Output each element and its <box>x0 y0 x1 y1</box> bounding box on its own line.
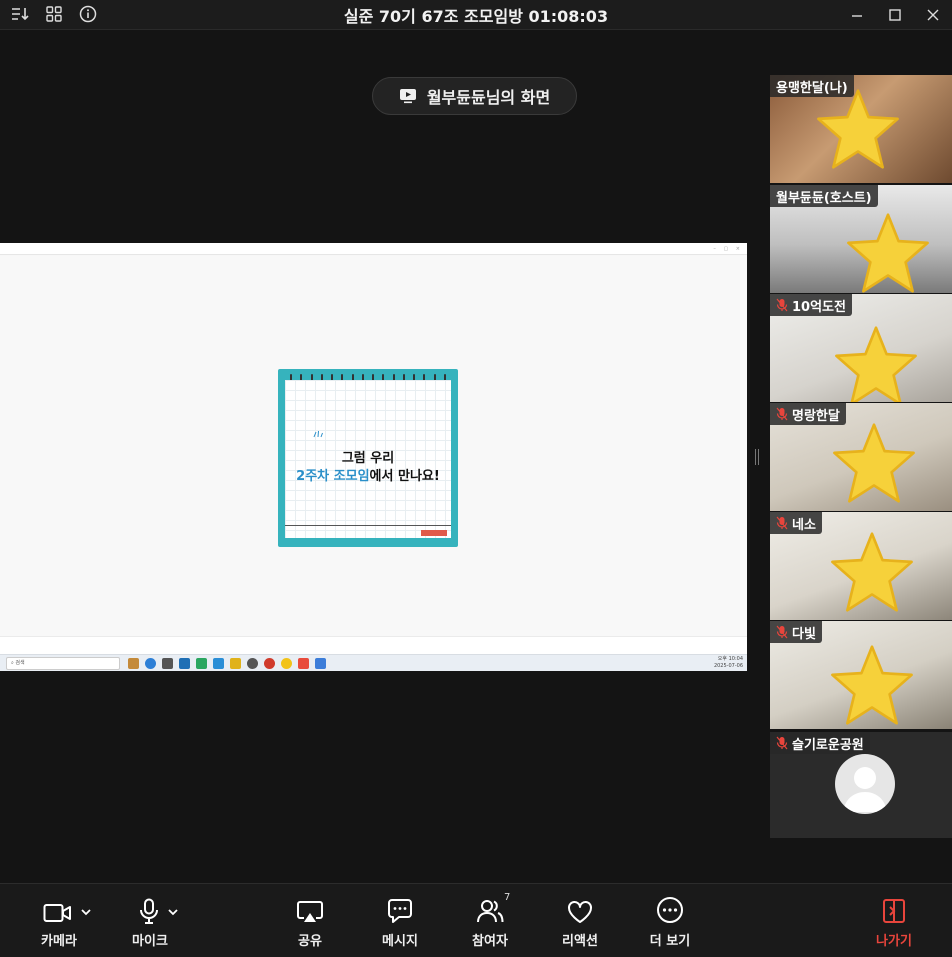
shared-screen: – ▢ × 그럼 우리 2주차 조모임에서 만나요! ⌕ 검색 오후 10:04… <box>0 243 747 671</box>
minimize-button[interactable] <box>846 4 868 26</box>
star-face-cover-icon <box>817 89 899 169</box>
share-label: 공유 <box>298 934 322 949</box>
leave-button[interactable]: 나가기 <box>868 884 920 957</box>
participant-name: 다빛 <box>770 621 822 643</box>
default-avatar-icon <box>835 754 895 814</box>
taskbar-app-icon <box>128 658 139 669</box>
reaction-button[interactable]: 리액션 <box>554 884 606 957</box>
chevron-down-icon[interactable] <box>168 909 178 916</box>
shared-window-titlebar: – ▢ × <box>0 243 747 255</box>
mic-off-icon <box>776 625 788 639</box>
star-face-cover-icon <box>831 645 913 725</box>
shared-bottom-bar <box>0 636 747 654</box>
taskbar-app-icon <box>264 658 275 669</box>
taskbar-app-icon <box>315 658 326 669</box>
screen-share-label: 월부듄듄님의 화면 <box>426 88 551 107</box>
taskbar-app-icon <box>179 658 190 669</box>
window-controls <box>846 4 944 26</box>
participants-count-badge: 7 <box>504 892 511 903</box>
leave-label: 나가기 <box>876 934 912 949</box>
shared-taskbar: ⌕ 검색 오후 10:04 2025-07-06 <box>0 654 747 671</box>
leave-door-icon <box>883 899 905 923</box>
taskbar-app-icon <box>281 658 292 669</box>
reaction-label: 리액션 <box>562 934 598 949</box>
star-face-cover-icon <box>833 423 915 503</box>
sparkle-icon <box>313 430 323 438</box>
message-button[interactable]: 메시지 <box>374 884 426 957</box>
slide-text-line2: 2주차 조모임에서 만나요! <box>285 465 451 484</box>
participants-icon <box>477 900 504 923</box>
participants-button[interactable]: 7 참여자 <box>464 884 516 957</box>
star-face-cover-icon <box>831 532 913 612</box>
taskbar-app-icon <box>145 658 156 669</box>
participant-name: 네소 <box>770 512 822 534</box>
brand-logo <box>421 530 447 536</box>
maximize-button[interactable] <box>884 4 906 26</box>
notepad-footer-line <box>285 525 451 526</box>
taskbar-app-icon <box>247 658 258 669</box>
participant-tile[interactable]: 10억도전 <box>770 294 952 402</box>
message-label: 메시지 <box>382 934 418 949</box>
mic-off-icon <box>776 407 788 421</box>
screen-share-icon <box>297 901 323 922</box>
mic-button[interactable]: 마이크 <box>125 884 191 957</box>
camera-label: 카메라 <box>41 934 77 949</box>
taskbar-app-icon <box>213 658 224 669</box>
taskbar-app-icon <box>230 658 241 669</box>
mic-label: 마이크 <box>132 934 168 949</box>
taskbar-app-icon <box>196 658 207 669</box>
taskbar-apps <box>128 658 326 669</box>
taskbar-search: ⌕ 검색 <box>6 657 120 670</box>
participant-name: 10억도전 <box>770 294 852 316</box>
title-bar: 실준 70기 67조 조모임방 01:08:03 <box>0 0 952 30</box>
camera-button[interactable]: 카메라 <box>32 884 102 957</box>
taskbar-app-icon <box>162 658 173 669</box>
mic-off-icon <box>776 298 788 312</box>
panel-resize-handle[interactable] <box>755 449 761 465</box>
notepad-graphic: 그럼 우리 2주차 조모임에서 만나요! <box>278 369 458 547</box>
mic-off-icon <box>776 736 788 750</box>
screen-share-icon <box>399 89 416 104</box>
participant-tile[interactable]: 월부듄듄(호스트) <box>770 185 952 293</box>
participant-tile[interactable]: 용맹한달(나) <box>770 75 952 183</box>
star-face-cover-icon <box>847 213 929 293</box>
participant-name: 슬기로운공원 <box>770 732 870 754</box>
taskbar-clock: 오후 10:04 2025-07-06 <box>713 656 743 669</box>
screen-share-indicator[interactable]: 월부듄듄님의 화면 <box>372 77 577 115</box>
microphone-icon <box>140 898 158 924</box>
shared-slide-canvas: 그럼 우리 2주차 조모임에서 만나요! <box>0 256 747 636</box>
meeting-title: 실준 70기 67조 조모임방 01:08:03 <box>343 7 609 26</box>
chevron-down-icon[interactable] <box>81 909 91 916</box>
participants-label: 참여자 <box>472 934 508 949</box>
participant-name: 월부듄듄(호스트) <box>770 185 878 207</box>
shared-window-controls: – ▢ × <box>713 246 743 252</box>
participant-tile[interactable]: 명랑한달 <box>770 403 952 511</box>
participant-tile[interactable]: 네소 <box>770 512 952 620</box>
more-button[interactable]: 더 보기 <box>642 884 698 957</box>
share-button[interactable]: 공유 <box>285 884 335 957</box>
chat-icon <box>388 899 412 923</box>
more-options-icon <box>657 897 683 923</box>
close-button[interactable] <box>922 4 944 26</box>
mic-off-icon <box>776 516 788 530</box>
slide-text-highlight: 2주차 조모임 <box>296 469 370 484</box>
heart-icon <box>568 901 592 923</box>
star-face-cover-icon <box>835 326 917 402</box>
camera-icon <box>43 904 71 922</box>
notepad-paper: 그럼 우리 2주차 조모임에서 만나요! <box>285 380 451 538</box>
meeting-toolbar: 카메라 마이크 공유 메시지 7 참여자 리액션 더 보기 나가기 <box>0 883 952 957</box>
more-label: 더 보기 <box>649 934 691 949</box>
taskbar-app-icon <box>298 658 309 669</box>
slide-text-rest: 에서 만나요! <box>369 469 440 484</box>
slide-text-line1: 그럼 우리 <box>341 451 395 466</box>
participant-tile[interactable]: 다빛 <box>770 621 952 729</box>
